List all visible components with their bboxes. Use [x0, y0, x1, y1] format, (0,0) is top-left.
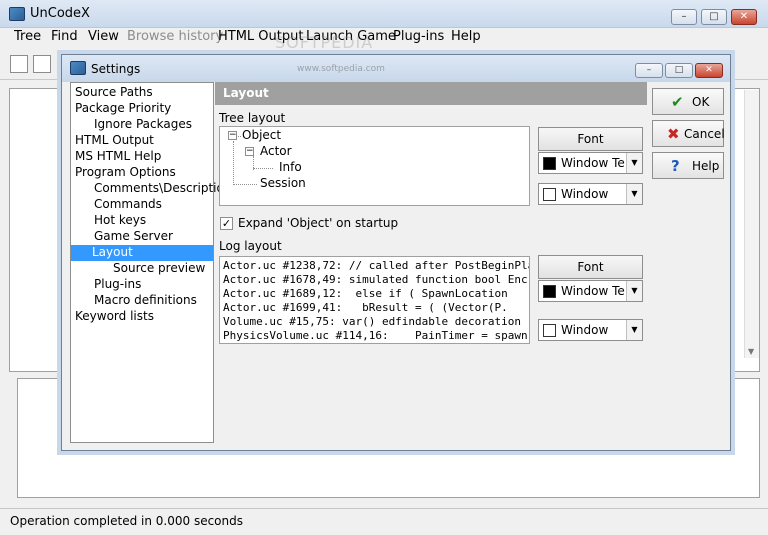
menu-plug-ins[interactable]: Plug-ins — [393, 29, 444, 44]
close-button[interactable]: ✕ — [731, 9, 757, 25]
status-text: Operation completed in 0.000 seconds — [10, 514, 243, 528]
tree-bg-color-value: Window — [561, 187, 609, 201]
cancel-label: Cancel — [684, 127, 725, 141]
vertical-scrollbar[interactable]: ▼ — [744, 90, 759, 358]
settings-nav-tree: Source Paths Package Priority Ignore Pac… — [70, 82, 238, 443]
expand-object-checkbox[interactable]: ✓ — [220, 217, 233, 230]
menu-tree[interactable]: Tree — [14, 29, 41, 44]
dialog-minimize-button[interactable]: – — [635, 63, 663, 78]
menu-bar: Tree Find View Browse history HTML Outpu… — [0, 28, 768, 48]
log-text-color-value: Window Text — [561, 284, 625, 298]
log-layout-label: Log layout — [219, 239, 282, 253]
nav-item-ignore-packages[interactable]: Ignore Packages — [91, 117, 195, 133]
nav-item-game-server[interactable]: Game Server — [91, 229, 176, 245]
dialog-title: Settings — [91, 62, 141, 76]
tree-layout-preview[interactable]: − Object − Actor Info Session — [219, 126, 530, 206]
nav-item-hot-keys[interactable]: Hot keys — [91, 213, 149, 229]
color-swatch — [543, 285, 556, 298]
log-line: Actor.uc #1699,41: bResult = ( (Vector(P… — [223, 301, 508, 314]
main-titlebar: UnCodeX – □ ✕ — [0, 0, 768, 28]
nav-item-layout[interactable]: Layout — [71, 245, 213, 261]
log-line: Actor.uc #1689,12: else if ( SpawnLocati… — [223, 287, 508, 300]
ok-button[interactable]: ✔ OK — [652, 88, 724, 115]
nav-item-source-preview[interactable]: Source preview — [110, 261, 208, 277]
expand-object-icon[interactable]: − — [228, 131, 237, 140]
status-bar: Operation completed in 0.000 seconds — [0, 508, 768, 535]
log-line: Actor.uc #1238,72: // called after PostB… — [223, 259, 530, 272]
tree-node-session[interactable]: Session — [260, 176, 306, 190]
help-label: Help — [692, 159, 720, 173]
tree-text-color-value: Window Text — [561, 156, 625, 170]
nav-item-package-priority[interactable]: Package Priority — [72, 101, 174, 117]
toolbar-tree-icon[interactable] — [10, 55, 28, 73]
log-layout-preview[interactable]: Actor.uc #1238,72: // called after PostB… — [219, 256, 530, 344]
nav-item-source-paths[interactable]: Source Paths — [72, 85, 156, 101]
dialog-close-button[interactable]: ✕ — [695, 63, 723, 78]
expand-object-label[interactable]: Expand 'Object' on startup — [238, 216, 398, 230]
log-line: PhysicsVolume.uc #114,16: PainTimer = sp… — [223, 329, 528, 342]
checkmark-icon: ✔ — [671, 93, 684, 111]
settings-icon — [70, 61, 86, 75]
log-bg-color-select[interactable]: Window ▼ — [538, 319, 643, 341]
maximize-button[interactable]: □ — [701, 9, 727, 25]
dialog-maximize-button[interactable]: □ — [665, 63, 693, 78]
nav-item-program-options[interactable]: Program Options — [72, 165, 179, 181]
log-bg-color-value: Window — [561, 323, 609, 337]
nav-item-macro-definitions[interactable]: Macro definitions — [91, 293, 200, 309]
tree-node-info[interactable]: Info — [279, 160, 302, 174]
dropdown-arrow-icon[interactable]: ▼ — [626, 320, 642, 340]
tree-text-color-select[interactable]: Window Text ▼ — [538, 152, 643, 174]
log-line: Volume.uc #15,75: var() edfindable decor… — [223, 315, 522, 328]
color-swatch — [543, 188, 556, 201]
app-icon — [9, 7, 25, 21]
log-text-color-select[interactable]: Window Text ▼ — [538, 280, 643, 302]
cancel-button[interactable]: ✖ Cancel — [652, 120, 725, 147]
help-icon: ? — [671, 157, 680, 175]
nav-item-keyword-lists[interactable]: Keyword lists — [72, 309, 157, 325]
toolbar-settings-icon[interactable] — [33, 55, 51, 73]
nav-item-html-output[interactable]: HTML Output — [72, 133, 157, 149]
color-swatch — [543, 324, 556, 337]
layout-panel: Layout Tree layout − Object − Actor Info… — [215, 82, 647, 443]
dialog-titlebar: Settings – □ ✕ — [62, 55, 730, 82]
tree-bg-color-select[interactable]: Window ▼ — [538, 183, 643, 205]
ok-label: OK — [692, 95, 710, 109]
nav-item-plug-ins[interactable]: Plug-ins — [91, 277, 144, 293]
dropdown-arrow-icon[interactable]: ▼ — [626, 184, 642, 204]
nav-item-commands[interactable]: Commands — [91, 197, 165, 213]
tree-connector — [233, 184, 257, 185]
tree-layout-label: Tree layout — [219, 111, 286, 125]
minimize-button[interactable]: – — [671, 9, 697, 25]
watermark-url: www.softpedia.com — [297, 64, 385, 74]
settings-dialog: Settings – □ ✕ Source Paths Package Prio… — [61, 54, 731, 451]
log-font-button[interactable]: Font — [538, 255, 643, 279]
tree-node-object[interactable]: Object — [242, 128, 281, 142]
tree-connector — [253, 168, 273, 169]
expand-actor-icon[interactable]: − — [245, 147, 254, 156]
menu-browse-history[interactable]: Browse history — [127, 29, 223, 44]
log-line: Actor.uc #1678,49: simulated function bo… — [223, 273, 529, 286]
panel-header: Layout — [215, 82, 647, 105]
menu-help[interactable]: Help — [451, 29, 481, 44]
cancel-x-icon: ✖ — [667, 125, 680, 143]
help-button[interactable]: ? Help — [652, 152, 724, 179]
dropdown-arrow-icon[interactable]: ▼ — [626, 153, 642, 173]
tree-node-actor[interactable]: Actor — [260, 144, 292, 158]
color-swatch — [543, 157, 556, 170]
dropdown-arrow-icon[interactable]: ▼ — [626, 281, 642, 301]
scroll-down-icon[interactable]: ▼ — [748, 347, 754, 356]
menu-find[interactable]: Find — [51, 29, 78, 44]
menu-view[interactable]: View — [88, 29, 119, 44]
window-title: UnCodeX — [30, 6, 90, 21]
tree-font-button[interactable]: Font — [538, 127, 643, 151]
tree-connector — [233, 141, 234, 185]
nav-item-ms-html-help[interactable]: MS HTML Help — [72, 149, 164, 165]
